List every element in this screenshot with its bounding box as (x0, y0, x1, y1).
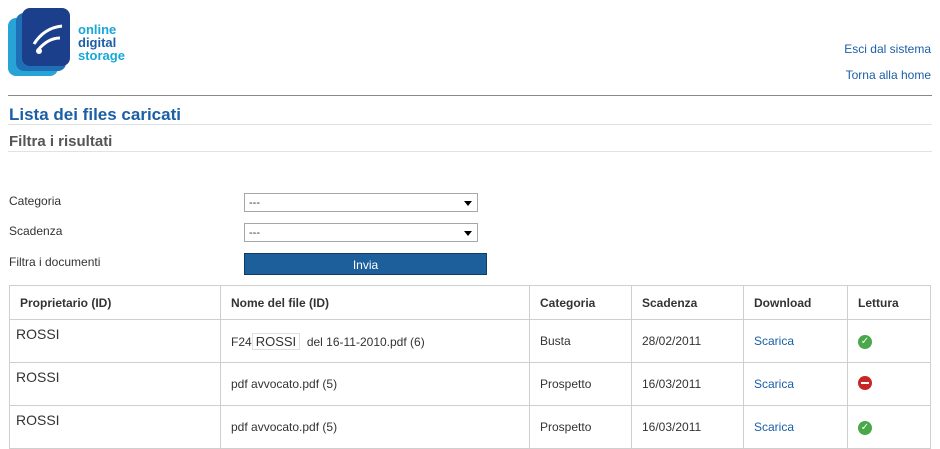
column-header-category: Categoria (529, 285, 632, 320)
category-select[interactable]: --- (244, 193, 478, 212)
top-links: Esci dal sistema Torna alla home (844, 36, 931, 88)
title-divider (8, 124, 932, 125)
files-table: Proprietario (ID) Nome del file (ID) Cat… (9, 285, 931, 449)
due-date-label: Scadenza (9, 224, 63, 238)
file-owner-name: ROSSI (251, 332, 301, 350)
due-cell: 16/03/2011 (631, 362, 744, 406)
filter-divider (8, 151, 932, 152)
column-header-due: Scadenza (631, 285, 744, 320)
category-label: Categoria (9, 194, 62, 208)
table-row: ROSSI pdf avvocato.pdf (5) Prospetto 16/… (9, 405, 931, 449)
owner-cell: ROSSI (9, 405, 221, 449)
page-title: Lista dei files caricati (9, 105, 181, 124)
logo-line-3: storage (78, 48, 125, 63)
header-divider (8, 95, 932, 96)
read-cell (847, 362, 931, 406)
logo: online digital storage (8, 8, 138, 80)
logout-link[interactable]: Esci dal sistema (844, 36, 931, 62)
download-cell: Scarica (743, 319, 848, 363)
read-cell: ✓ (847, 319, 931, 363)
file-cell: pdf avvocato.pdf (5) (220, 362, 530, 406)
category-cell: Prospetto (529, 362, 632, 406)
column-header-file: Nome del file (ID) (220, 285, 530, 320)
table-header-row: Proprietario (ID) Nome del file (ID) Cat… (9, 285, 931, 320)
owner-cell: ROSSI (9, 362, 221, 406)
submit-button[interactable]: Invia (244, 253, 487, 275)
category-select-value: --- (249, 197, 260, 209)
minus-icon (858, 375, 872, 390)
column-header-download: Download (743, 285, 848, 320)
category-cell: Prospetto (529, 405, 632, 449)
due-date-select[interactable]: --- (244, 223, 478, 242)
download-cell: Scarica (743, 405, 848, 449)
category-cell: Busta (529, 319, 632, 363)
read-cell: ✓ (847, 405, 931, 449)
file-cell: pdf avvocato.pdf (5) (220, 405, 530, 449)
download-link[interactable]: Scarica (754, 377, 794, 391)
due-cell: 16/03/2011 (631, 405, 744, 449)
table-row: ROSSI pdf avvocato.pdf (5) Prospetto 16/… (9, 362, 931, 406)
chevron-down-icon (464, 231, 472, 236)
file-suffix: del 16-11-2010.pdf (6) (306, 334, 425, 349)
owner-cell: ROSSI (9, 319, 221, 363)
download-link[interactable]: Scarica (754, 334, 794, 348)
chevron-down-icon (464, 201, 472, 206)
download-cell: Scarica (743, 362, 848, 406)
filter-heading: Filtra i risultati (9, 133, 113, 150)
file-prefix: F24 (231, 334, 252, 349)
column-header-owner: Proprietario (ID) (9, 285, 221, 320)
check-icon: ✓ (858, 421, 872, 435)
due-date-select-value: --- (249, 227, 260, 239)
filter-documents-label: Filtra i documenti (9, 255, 101, 269)
check-icon: ✓ (858, 335, 872, 349)
table-row: ROSSI F24 ROSSI del 16-11-2010.pdf (6) Bu… (9, 319, 931, 363)
home-link[interactable]: Torna alla home (844, 62, 931, 88)
due-cell: 28/02/2011 (631, 319, 744, 363)
logo-mark-icon (8, 8, 70, 76)
column-header-read: Lettura (847, 285, 931, 320)
download-link[interactable]: Scarica (754, 420, 794, 434)
file-cell: F24 ROSSI del 16-11-2010.pdf (6) (220, 319, 530, 363)
